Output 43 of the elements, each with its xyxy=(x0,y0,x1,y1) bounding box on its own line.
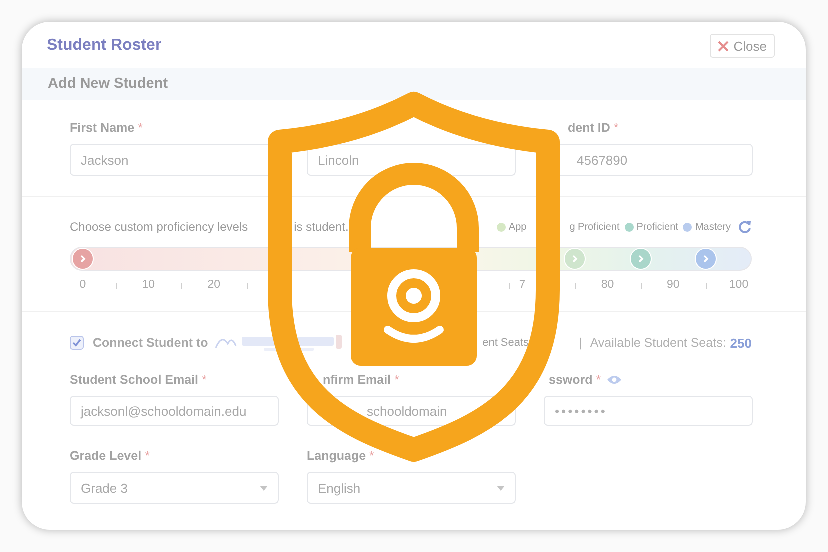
slider-thumb[interactable] xyxy=(565,249,585,269)
eye-icon[interactable] xyxy=(607,375,622,385)
input-field[interactable]: jacksonl@schooldomain.edu xyxy=(70,396,279,426)
close-icon xyxy=(718,40,729,52)
field-label: ssword * xyxy=(549,373,602,387)
checkbox-label: Connect Student to xyxy=(93,336,208,350)
close-button[interactable]: Close xyxy=(710,34,775,58)
field-label: First Name * xyxy=(70,121,143,135)
tick-label: 0 xyxy=(80,279,86,291)
field-label: Student School Email * xyxy=(70,373,207,387)
legend-label: Proficient xyxy=(636,222,678,232)
tick-label: 10 xyxy=(142,279,155,291)
tick-label: 100 xyxy=(729,279,749,291)
tick-label: 80 xyxy=(601,279,614,291)
tick-label: 20 xyxy=(208,279,221,291)
section-title: Add New Student xyxy=(48,76,168,92)
refresh-icon[interactable] xyxy=(738,220,752,234)
slider-thumb[interactable] xyxy=(630,249,651,269)
slider-thumb[interactable] xyxy=(696,249,716,269)
field-label: dent ID * xyxy=(568,121,619,135)
field-label: nfirm Email * xyxy=(323,373,400,387)
legend-label: g Proficient xyxy=(570,222,620,232)
caret-icon xyxy=(260,486,268,490)
separator-text: | xyxy=(579,336,582,350)
select-field[interactable]: English xyxy=(307,472,516,504)
caret-icon xyxy=(497,486,505,490)
password-field[interactable]: •••••••• xyxy=(544,396,753,426)
logo-icon xyxy=(214,332,344,354)
prompt-text: is student. xyxy=(294,220,349,234)
dialog-title: Student Roster xyxy=(47,37,162,55)
slider-thumb[interactable] xyxy=(73,249,93,269)
field-label: Grade Level * xyxy=(70,449,150,463)
select-field[interactable]: Grade 3 xyxy=(70,472,279,504)
tick-label: 90 xyxy=(667,279,680,291)
tick-label: 7 xyxy=(519,279,526,291)
seats-count: 250 xyxy=(730,336,752,350)
seats-label: Available Student Seats: xyxy=(590,336,726,350)
field-label: Language * xyxy=(307,449,374,463)
checkbox[interactable] xyxy=(70,336,84,350)
seats-text: ent Seats xyxy=(482,337,530,349)
prompt-text: Choose custom proficiency levels xyxy=(70,220,248,234)
legend-label: App xyxy=(508,222,527,232)
legend-label: Mastery xyxy=(695,222,731,232)
